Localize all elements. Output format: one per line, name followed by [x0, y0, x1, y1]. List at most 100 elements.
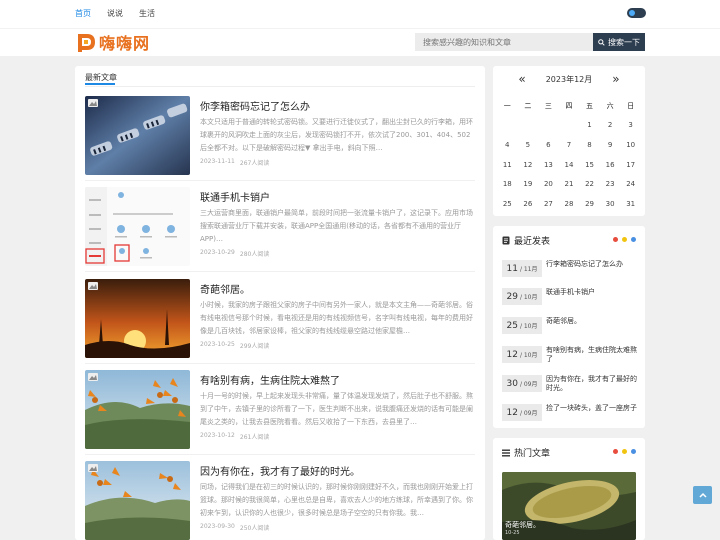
- post-title[interactable]: 有啥别有病，生病住院太难熬了: [546, 346, 638, 364]
- divider: [85, 454, 475, 455]
- article-date: 2023-10-29: [200, 249, 235, 256]
- calendar-week: 11 12 13 14 15 16 17: [497, 155, 641, 175]
- back-to-top-button[interactable]: [693, 486, 712, 504]
- post-title[interactable]: 奇葩邻居。: [546, 317, 638, 326]
- article-thumbnail[interactable]: [85, 279, 190, 358]
- dot-yellow: [622, 449, 627, 454]
- search-button-label: 搜索一下: [608, 37, 640, 47]
- post-title[interactable]: 因为有你在，我才有了最好的时光。: [546, 375, 638, 393]
- calendar-day: 18: [502, 180, 512, 189]
- search-button[interactable]: 搜索一下: [593, 33, 645, 51]
- widget-title: 热门文章: [502, 446, 550, 459]
- calendar-day: 30: [605, 199, 615, 208]
- calendar-day: 3: [628, 121, 633, 130]
- article-title[interactable]: 你李箱密码忘记了怎么办: [200, 98, 310, 113]
- site-header: 嗨嗨网 搜索一下: [0, 28, 720, 56]
- article-excerpt: 小时候，我家的房子跟祖父家的房子中间有另外一家人，就是本文主角——奇葩邻居。俗有…: [200, 301, 473, 335]
- latest-posts-widget: 最近发表 11/ 11月 行李箱密码忘记了怎么办 29/ 10月 联通手机卡销户…: [493, 226, 645, 428]
- dot-blue: [631, 449, 636, 454]
- article-date: 2023-10-12: [200, 432, 235, 439]
- weekday-label: 三: [544, 101, 552, 110]
- article-meta: 2023-11-11 267人阅读: [200, 158, 269, 167]
- document-icon: [502, 236, 510, 245]
- calendar-day: 24: [626, 180, 636, 189]
- post-title[interactable]: 联通手机卡销户: [546, 288, 638, 297]
- article-views: 267人阅读: [239, 160, 270, 167]
- weekday-label: 二: [524, 101, 532, 110]
- calendar-day: 25: [502, 199, 512, 208]
- article-views: 250人阅读: [239, 525, 270, 532]
- calendar-day: 1: [587, 121, 592, 130]
- calendar-day: 29: [585, 199, 594, 208]
- article-meta: 2023-10-29 280人阅读: [200, 249, 269, 258]
- article-item: 因为有你在，我才有了最好的时光。 同场，记得我们是在初三的时候认识的，那时候你刚…: [85, 461, 475, 540]
- calendar-weekdays: 一 二 三 四 五 六 日: [497, 96, 641, 116]
- hot-post-caption[interactable]: 奇葩邻居。: [505, 520, 540, 530]
- post-date: 11/ 11月: [502, 260, 542, 277]
- article-meta: 2023-10-25 299人阅读: [200, 341, 269, 350]
- post-title[interactable]: 行李箱密码忘记了怎么办: [546, 260, 638, 269]
- article-title[interactable]: 因为有你在，我才有了最好的时光。: [200, 463, 360, 478]
- weekday-label: 四: [565, 101, 573, 110]
- nav-life[interactable]: 生活: [139, 8, 155, 19]
- article-title[interactable]: 奇葩邻居。: [200, 281, 250, 296]
- post-day: 30: [506, 378, 518, 389]
- calendar-day: 23: [605, 180, 615, 189]
- calendar-week: 4 5 6 7 8 9 10: [497, 135, 641, 155]
- article-item: 奇葩邻居。 小时候，我家的房子跟祖父家的房子中间有另外一家人，就是本文主角——奇…: [85, 279, 475, 364]
- latest-item[interactable]: 29/ 10月 联通手机卡销户: [502, 288, 638, 306]
- calendar-prev-button[interactable]: «: [518, 72, 525, 86]
- calendar-day: 5: [525, 140, 531, 149]
- calendar-widget: « 2023年12月 » 一 二 三 四 五 六 日 123 4 5 6 7 8 9 10 …: [493, 66, 645, 216]
- article-meta: 2023-09-30 250人阅读: [200, 523, 269, 532]
- search-input[interactable]: [415, 33, 593, 51]
- article-title[interactable]: 有啥别有病，生病住院太难熬了: [200, 372, 340, 387]
- post-month: / 09月: [519, 381, 538, 388]
- calendar-day: 9: [607, 140, 613, 149]
- post-date: 25/ 10月: [502, 317, 542, 334]
- widget-title: 最近发表: [502, 234, 550, 247]
- post-date: 29/ 10月: [502, 288, 542, 305]
- calendar-day: 6: [546, 140, 551, 149]
- divider: [85, 363, 475, 364]
- article-item: 有啥别有病，生病住院太难熬了 十月一号的时候，早上起来发现头非常痛，量了体温发现…: [85, 370, 475, 455]
- post-month: / 11月: [519, 266, 538, 273]
- latest-item[interactable]: 12/ 10月 有啥别有病，生病住院太难熬了: [502, 346, 638, 364]
- article-thumbnail[interactable]: [85, 370, 190, 449]
- hot-posts-widget: 热门文章 奇葩邻居。 10-25: [493, 438, 645, 540]
- nav-home[interactable]: 首页: [75, 8, 91, 19]
- article-meta: 2023-10-12 261人阅读: [200, 432, 269, 441]
- divider: [85, 180, 475, 181]
- calendar-week: 25 26 27 28 29 30 31: [497, 194, 641, 214]
- weekday-label: 六: [606, 101, 614, 110]
- calendar-day: 28: [564, 199, 574, 208]
- widget-title-label: 最近发表: [514, 237, 551, 247]
- post-title[interactable]: 捡了一块砖头，盖了一座房子: [546, 404, 638, 413]
- divider: [85, 86, 475, 87]
- nav-shuoshuo[interactable]: 说说: [107, 8, 123, 19]
- dot-red: [613, 449, 618, 454]
- latest-item[interactable]: 25/ 10月 奇葩邻居。: [502, 317, 638, 335]
- latest-item[interactable]: 30/ 09月 因为有你在，我才有了最好的时光。: [502, 375, 638, 393]
- latest-item[interactable]: 11/ 11月 行李箱密码忘记了怎么办: [502, 260, 638, 278]
- article-thumbnail[interactable]: [85, 96, 190, 175]
- site-logo[interactable]: 嗨嗨网: [75, 29, 150, 55]
- logo-text: 嗨嗨网: [99, 34, 151, 53]
- article-thumbnail[interactable]: [85, 461, 190, 540]
- article-date: 2023-09-30: [200, 523, 235, 530]
- calendar-week: 1 2 3: [497, 116, 641, 136]
- list-icon: [502, 449, 510, 456]
- latest-item[interactable]: 12/ 09月 捡了一块砖头，盖了一座房子: [502, 404, 638, 422]
- calendar-day: 12: [523, 160, 533, 169]
- article-title[interactable]: 联通手机卡销户: [200, 189, 270, 204]
- logo-icon: [75, 31, 97, 53]
- post-month: / 10月: [519, 323, 538, 330]
- calendar-next-button[interactable]: »: [612, 72, 619, 86]
- calendar-day: 11: [502, 160, 512, 169]
- calendar-day: 19: [523, 180, 533, 189]
- article-thumbnail[interactable]: [85, 187, 190, 266]
- theme-toggle[interactable]: [627, 8, 646, 18]
- weekday-label: 日: [627, 101, 635, 110]
- dot-red: [613, 237, 618, 242]
- post-day: 12: [506, 407, 518, 418]
